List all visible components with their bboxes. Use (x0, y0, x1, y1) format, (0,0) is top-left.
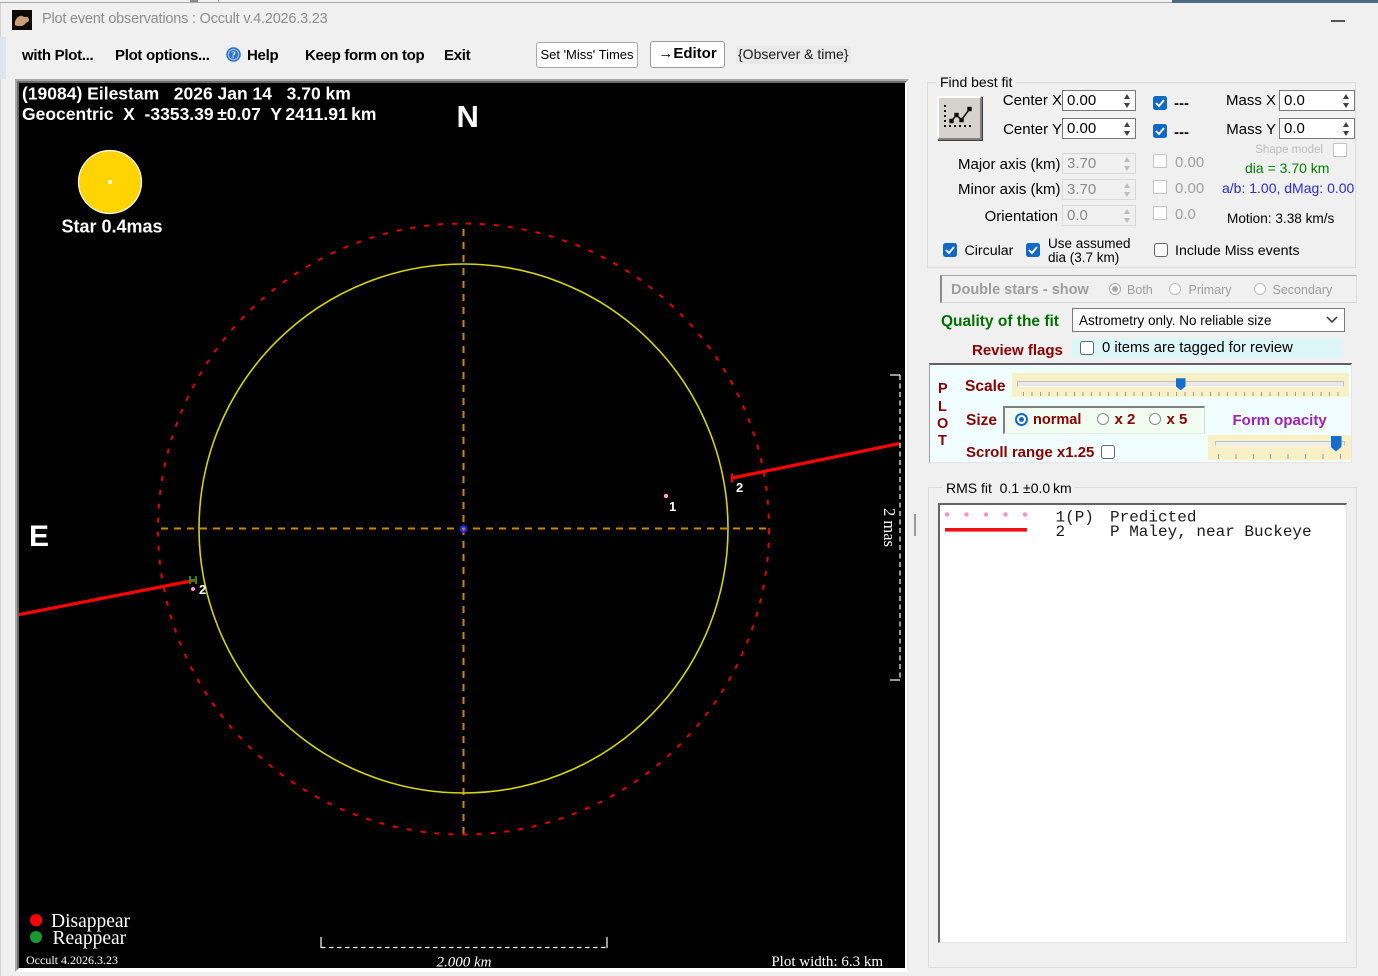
svg-text:2: 2 (199, 582, 206, 597)
svg-text:2: 2 (1056, 523, 1066, 541)
svg-text:N: N (457, 99, 479, 134)
svg-text:E: E (29, 520, 49, 553)
svg-text:2.000 km: 2.000 km (437, 955, 492, 969)
svg-text:Occult 4.2026.3.23: Occult 4.2026.3.23 (26, 953, 118, 967)
svg-text:Plot width: 6.3 km: Plot width: 6.3 km (771, 954, 883, 968)
svg-text:1: 1 (669, 499, 676, 514)
svg-text:2: 2 (736, 480, 743, 495)
svg-text:Star 0.4mas: Star 0.4mas (61, 217, 162, 237)
svg-text:P Maley, near Buckeye: P Maley, near Buckeye (1110, 523, 1312, 541)
svg-text:2 mas: 2 mas (880, 508, 899, 547)
svg-text:(19084) Eilestam 2026 Jan 14: (19084) Eilestam 2026 Jan 14 3.70 km (22, 84, 351, 104)
svg-text:Geocentric X -3353.39 ±0.07: Geocentric X -3353.39 ±0.07 Y 2411.91 km (22, 104, 376, 124)
svg-text:?: ? (231, 51, 236, 61)
svg-text:Reappear: Reappear (53, 928, 127, 949)
